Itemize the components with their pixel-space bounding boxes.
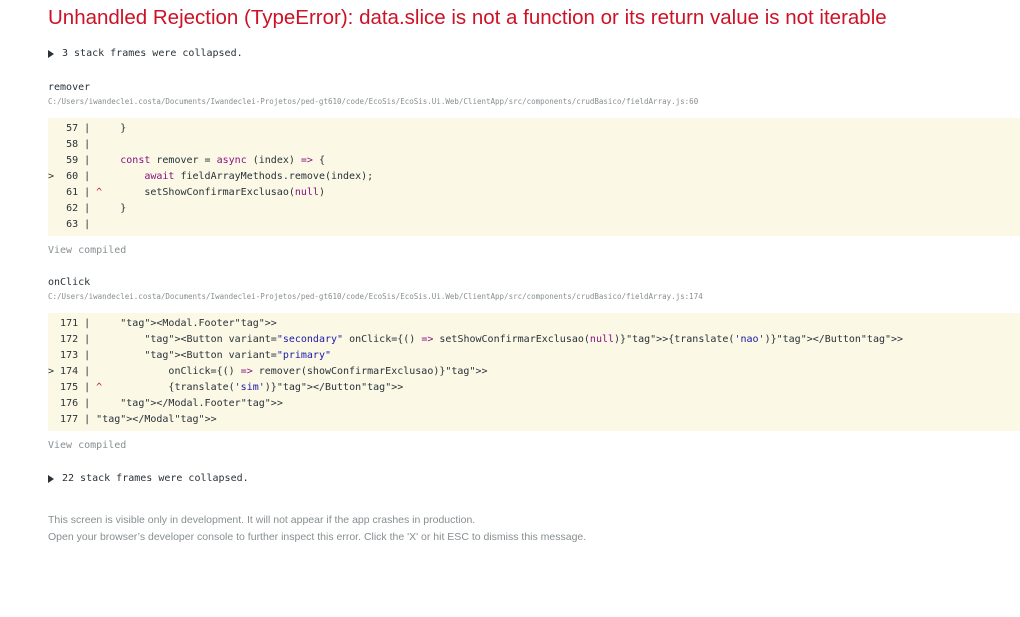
stack-frame: onClick C:/Users/iwandeclei.costa/Docume… — [48, 276, 1020, 453]
dev-notice-line: This screen is visible only in developme… — [48, 514, 476, 526]
code-line: 171 | "tag"><Modal.Footer"tag">> — [60, 318, 277, 329]
frame-file-path[interactable]: C:/Users/iwandeclei.costa/Documents/Iwan… — [48, 96, 1020, 108]
view-compiled-link[interactable]: View compiled — [48, 439, 126, 453]
expand-triangle-icon — [48, 50, 54, 58]
dev-notice: This screen is visible only in developme… — [48, 512, 1020, 546]
collapsed-frames-toggle-top[interactable]: 3 stack frames were collapsed. — [48, 47, 1020, 61]
expand-triangle-icon — [48, 475, 54, 483]
collapsed-frames-label: 3 stack frames were collapsed. — [62, 48, 243, 59]
code-line: 62 | } — [60, 203, 127, 214]
code-line: 58 | — [60, 139, 91, 150]
collapsed-frames-label: 22 stack frames were collapsed. — [62, 473, 249, 484]
code-line: 57 | } — [60, 123, 127, 134]
frame-function-name: remover — [48, 82, 91, 93]
code-line: 173 | "tag"><Button variant="primary" — [60, 350, 331, 361]
code-line: 59 | const remover = async (index) => { — [60, 155, 325, 166]
view-compiled-link[interactable]: View compiled — [48, 244, 126, 258]
code-line: > 60 | await fieldArrayMethods.remove(in… — [48, 171, 374, 182]
code-line: 61 | ^ setShowConfirmarExclusao(null) — [60, 187, 325, 198]
dev-notice-line: Open your browser’s developer console to… — [48, 531, 587, 543]
code-line: 175 | ^ {translate('sim')}"tag"></Button… — [60, 382, 404, 393]
code-line: 172 | "tag"><Button variant="secondary" … — [60, 334, 904, 345]
frame-function-name: onClick — [48, 277, 91, 288]
code-snippet: 57 | } 58 | 59 | const remover = async (… — [48, 118, 1020, 236]
error-title: Unhandled Rejection (TypeError): data.sl… — [48, 6, 887, 29]
code-line: 63 | — [60, 219, 91, 230]
frame-file-path[interactable]: C:/Users/iwandeclei.costa/Documents/Iwan… — [48, 291, 1020, 303]
collapsed-frames-toggle-bottom[interactable]: 22 stack frames were collapsed. — [48, 472, 1020, 486]
error-overlay: Unhandled Rejection (TypeError): data.sl… — [48, 0, 1020, 546]
code-line: 177 | "tag"></Modal"tag">> — [60, 414, 217, 425]
code-line: > 174 | onClick={() => remover(showConfi… — [48, 366, 488, 377]
stack-frame: remover C:/Users/iwandeclei.costa/Docume… — [48, 81, 1020, 258]
code-snippet: 171 | "tag"><Modal.Footer"tag">> 172 | "… — [48, 313, 1020, 431]
code-line: 176 | "tag"></Modal.Footer"tag">> — [60, 398, 283, 409]
